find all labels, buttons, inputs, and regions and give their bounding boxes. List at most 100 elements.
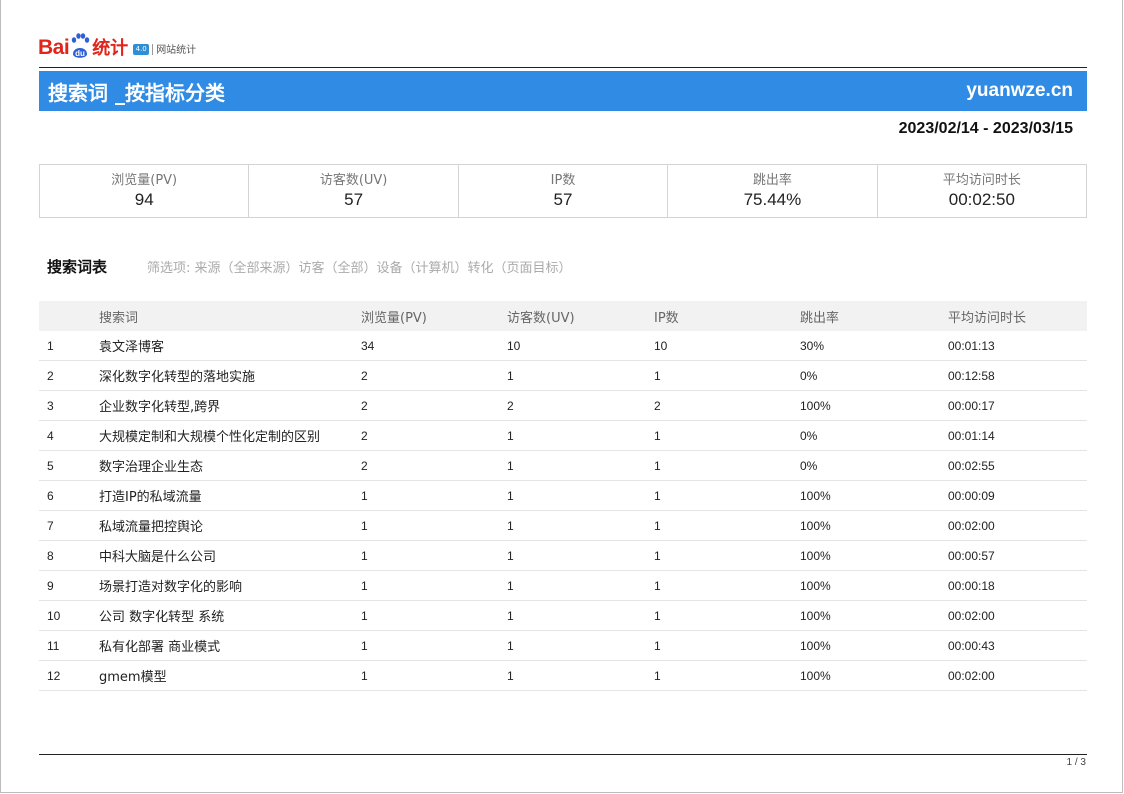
search-term: 场景打造对数字化的影响 <box>99 570 361 601</box>
pv-value: 1 <box>361 630 507 661</box>
row-index: 10 <box>39 600 99 631</box>
row-index: 11 <box>39 630 99 661</box>
table-row: 12 gmem模型 1 1 1 100% 00:02:00 <box>39 660 1087 691</box>
ip-value: 1 <box>654 450 800 481</box>
table-row: 5 数字治理企业生态 2 1 1 0% 00:02:55 <box>39 450 1087 481</box>
logo-separator <box>152 44 154 55</box>
metric-ip: IP数 57 <box>459 165 669 217</box>
table-row: 2 深化数字化转型的落地实施 2 1 1 0% 00:12:58 <box>39 360 1087 391</box>
ip-value: 10 <box>654 331 800 361</box>
pv-value: 1 <box>361 600 507 631</box>
pv-value: 2 <box>361 360 507 391</box>
table-row: 6 打造IP的私域流量 1 1 1 100% 00:00:09 <box>39 480 1087 511</box>
avg-duration-value: 00:00:17 <box>948 390 1087 421</box>
table-row: 3 企业数字化转型,跨界 2 2 2 100% 00:00:17 <box>39 390 1087 421</box>
metric-avg-duration: 平均访问时长 00:02:50 <box>878 165 1086 217</box>
search-term: gmem模型 <box>99 660 361 691</box>
search-term: 企业数字化转型,跨界 <box>99 390 361 421</box>
avg-duration-value: 00:02:00 <box>948 510 1087 541</box>
table-row: 9 场景打造对数字化的影响 1 1 1 100% 00:00:18 <box>39 570 1087 601</box>
metric-value: 00:02:50 <box>948 190 1015 209</box>
logo-site-label: 网站统计 <box>156 45 197 56</box>
top-rule <box>39 67 1087 68</box>
metric-label: 平均访问时长 <box>942 173 1021 188</box>
metric-uv: 访客数(UV) 57 <box>249 165 459 217</box>
bounce-rate-value: 100% <box>800 570 948 601</box>
avg-duration-value: 00:02:00 <box>948 660 1087 691</box>
pv-value: 2 <box>361 420 507 451</box>
version-badge: 4.0 <box>133 44 150 55</box>
bottom-rule <box>39 754 1087 755</box>
row-index: 5 <box>39 450 99 481</box>
search-term: 私有化部署 商业模式 <box>99 630 361 661</box>
metric-value: 57 <box>344 190 364 209</box>
search-term: 公司 数字化转型 系统 <box>99 600 361 631</box>
search-term: 袁文泽博客 <box>99 331 361 361</box>
search-term: 打造IP的私域流量 <box>99 480 361 511</box>
metric-label: 跳出率 <box>752 173 792 188</box>
section-header: 搜索词表 筛选项: 来源（全部来源）访客（全部）设备（计算机）转化（页面目标） <box>47 256 572 277</box>
avg-duration-value: 00:12:58 <box>948 360 1087 391</box>
uv-value: 1 <box>507 420 654 451</box>
ip-value: 1 <box>654 630 800 661</box>
pv-value: 2 <box>361 450 507 481</box>
report-title-bar: 搜索词 _按指标分类 yuanwze.cn <box>39 71 1087 111</box>
site-domain: yuanwze.cn <box>966 80 1073 101</box>
search-term: 大规模定制和大规模个性化定制的区别 <box>99 420 361 451</box>
uv-value: 1 <box>507 570 654 601</box>
svg-text:du: du <box>75 49 85 58</box>
avg-duration-value: 00:01:13 <box>948 331 1087 361</box>
row-index: 2 <box>39 360 99 391</box>
uv-value: 2 <box>507 390 654 421</box>
row-index: 8 <box>39 540 99 571</box>
table-row: 1 袁文泽博客 34 10 10 30% 00:01:13 <box>39 331 1087 361</box>
date-range: 2023/02/14 - 2023/03/15 <box>898 120 1073 137</box>
bounce-rate-value: 100% <box>800 480 948 511</box>
bounce-rate-value: 100% <box>800 600 948 631</box>
pv-value: 1 <box>361 510 507 541</box>
pv-value: 1 <box>361 570 507 601</box>
avg-duration-value: 00:02:00 <box>948 600 1087 631</box>
pv-value: 2 <box>361 390 507 421</box>
uv-value: 1 <box>507 540 654 571</box>
avg-duration-value: 00:00:09 <box>948 480 1087 511</box>
metric-label: 访客数(UV) <box>319 173 388 188</box>
uv-value: 1 <box>507 480 654 511</box>
metric-value: 94 <box>134 190 154 209</box>
search-terms-table: 搜索词 浏览量(PV) 访客数(UV) IP数 跳出率 平均访问时长 1 袁文泽博… <box>39 301 1087 691</box>
logo-bai-text: Bai <box>38 36 70 59</box>
uv-value: 1 <box>507 360 654 391</box>
ip-value: 2 <box>654 390 800 421</box>
uv-value: 1 <box>507 600 654 631</box>
row-index: 4 <box>39 420 99 451</box>
section-title: 搜索词表 <box>47 258 108 276</box>
baidu-paw-icon: du <box>70 32 90 60</box>
table-row: 10 公司 数字化转型 系统 1 1 1 100% 00:02:00 <box>39 600 1087 631</box>
search-term: 深化数字化转型的落地实施 <box>99 360 361 391</box>
avg-duration-value: 00:00:43 <box>948 630 1087 661</box>
uv-value: 1 <box>507 630 654 661</box>
row-index: 3 <box>39 390 99 421</box>
search-term: 私域流量把控舆论 <box>99 510 361 541</box>
ip-value: 1 <box>654 480 800 511</box>
row-index: 7 <box>39 510 99 541</box>
bounce-rate-value: 0% <box>800 450 948 481</box>
pv-value: 1 <box>361 540 507 571</box>
metric-bounce-rate: 跳出率 75.44% <box>668 165 878 217</box>
table-row: 7 私域流量把控舆论 1 1 1 100% 00:02:00 <box>39 510 1087 541</box>
header-uv: 访客数(UV) <box>507 301 654 331</box>
row-index: 6 <box>39 480 99 511</box>
metric-label: IP数 <box>550 173 576 188</box>
ip-value: 1 <box>654 660 800 691</box>
pv-value: 34 <box>361 331 507 361</box>
table-row: 4 大规模定制和大规模个性化定制的区别 2 1 1 0% 00:01:14 <box>39 420 1087 451</box>
header-ip: IP数 <box>654 301 800 331</box>
bounce-rate-value: 100% <box>800 630 948 661</box>
ip-value: 1 <box>654 360 800 391</box>
ip-value: 1 <box>654 570 800 601</box>
search-term: 中科大脑是什么公司 <box>99 540 361 571</box>
row-index: 9 <box>39 570 99 601</box>
uv-value: 1 <box>507 450 654 481</box>
bounce-rate-value: 100% <box>800 510 948 541</box>
table-body: 1 袁文泽博客 34 10 10 30% 00:01:13 2 深化数字化转型的落地实施 2 1 1 0… <box>39 331 1087 691</box>
